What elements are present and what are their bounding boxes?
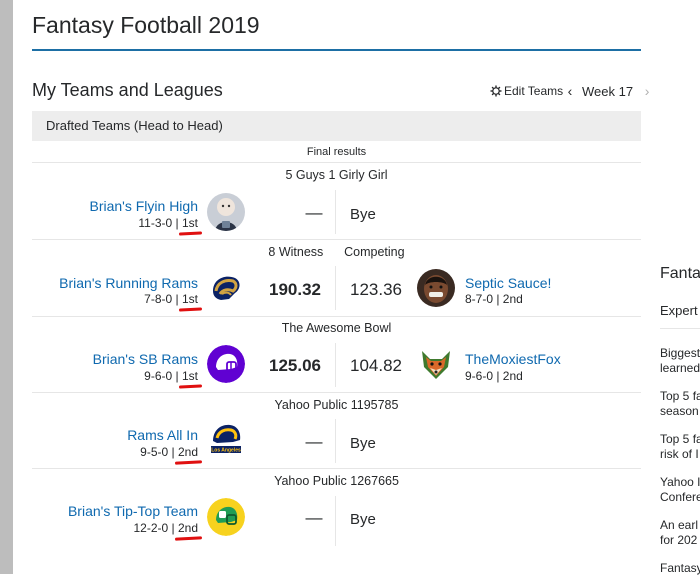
league-name: Yahoo Public 1267665 — [274, 474, 399, 488]
article-line: Yahoo I — [660, 475, 700, 489]
opponent-record: 8-7-0 | 2nd — [465, 292, 523, 306]
record-text: 12-2-0 | — [133, 521, 178, 535]
week-label: Week 17 — [582, 83, 634, 99]
drafted-teams-label: Drafted Teams (Head to Head) — [46, 118, 223, 133]
article-line: Fantasy — [660, 561, 700, 575]
score-divider — [335, 266, 336, 310]
edit-teams-label: Edit Teams — [504, 84, 564, 98]
opponent-name-link[interactable]: Septic Sauce! — [465, 275, 551, 291]
los-angeles-rams-helmet-icon[interactable]: Los Angeles — [207, 421, 245, 459]
team-score: — — [305, 432, 323, 451]
sidebar-article-link[interactable]: Top 5 fa season — [660, 389, 700, 419]
player-photo-icon[interactable] — [417, 269, 455, 307]
opponent-record: 9-6-0 | 2nd — [465, 369, 523, 383]
gear-icon — [490, 85, 502, 97]
league-name: 8 Witness Competing — [268, 245, 405, 259]
league-name: Yahoo Public 1195785 — [274, 398, 399, 412]
sidebar-article-link[interactable]: An earl for 202 — [660, 518, 698, 548]
helmet-logo-text: Los Angeles — [211, 448, 241, 454]
divider — [32, 316, 641, 317]
score-divider — [335, 190, 336, 234]
divider — [32, 162, 641, 163]
team-record: 7-8-0 | 1st — [144, 292, 198, 306]
score-divider — [335, 496, 336, 546]
team-score: 125.06 — [269, 356, 321, 375]
divider — [32, 468, 641, 469]
left-scrollbar-gutter — [0, 0, 13, 574]
chevron-right-icon[interactable]: › — [639, 83, 655, 99]
sidebar-divider — [660, 328, 700, 329]
team-name-link[interactable]: Brian's Tip-Top Team — [68, 503, 198, 519]
article-line: risk of I — [660, 447, 699, 461]
opponent-bye: Bye — [350, 511, 376, 528]
rams-horn-logo-icon[interactable] — [207, 269, 245, 307]
team-record: 12-2-0 | 2nd — [133, 521, 198, 535]
week-navigator: ‹ Week 17 › — [562, 83, 655, 99]
purple-helmet-icon[interactable] — [207, 345, 245, 383]
article-line: Top 5 fa — [660, 389, 700, 403]
rank-text: 2nd — [177, 445, 198, 459]
article-line: Biggest — [660, 346, 700, 360]
team-record: 9-6-0 | 1st — [144, 369, 198, 383]
team-score: — — [305, 508, 323, 527]
score-divider — [335, 343, 336, 387]
section-title: My Teams and Leagues — [32, 80, 223, 100]
page-title: Fantasy Football 2019 — [32, 12, 260, 38]
divider — [32, 239, 641, 240]
record-text: 9-5-0 | — [140, 445, 178, 459]
article-line: season — [660, 404, 699, 418]
opponent-name-link[interactable]: TheMoxiestFox — [465, 351, 561, 367]
final-results-label: Final results — [306, 146, 367, 158]
drafted-teams-header: Drafted Teams (Head to Head) — [32, 111, 641, 141]
edit-teams-button[interactable]: Edit Teams — [490, 84, 563, 98]
team-score: 190.32 — [269, 280, 321, 299]
sidebar-title: Fanta — [660, 265, 700, 282]
rank-text: 1st — [181, 292, 198, 306]
team-record: 9-5-0 | 2nd — [140, 445, 198, 459]
record-text: 11-3-0 | — [138, 216, 182, 230]
sidebar-tab-expert[interactable]: Expert — [660, 303, 698, 318]
team-name-link[interactable]: Brian's Running Rams — [59, 275, 198, 291]
team-name-link[interactable]: Brian's Flyin High — [90, 198, 199, 214]
title-divider — [32, 49, 641, 51]
article-line: learned — [660, 361, 700, 375]
fox-logo-icon[interactable] — [417, 345, 455, 383]
sidebar-article-link[interactable]: Biggest learned — [660, 346, 700, 376]
rank-text: 1st — [181, 369, 198, 383]
baby-photo-icon[interactable] — [207, 193, 245, 231]
rank-text: 1st — [181, 216, 198, 230]
record-text: 7-8-0 | — [144, 292, 182, 306]
opponent-bye: Bye — [350, 435, 376, 452]
record-text: 9-6-0 | — [144, 369, 182, 383]
sidebar-article-link[interactable]: Top 5 fa risk of I — [660, 432, 700, 462]
team-name-link[interactable]: Rams All In — [127, 427, 198, 443]
rank-text: 2nd — [177, 521, 198, 535]
opponent-bye: Bye — [350, 206, 376, 223]
league-name: The Awesome Bowl — [281, 321, 392, 335]
chevron-left-icon[interactable]: ‹ — [562, 83, 578, 99]
team-score: — — [305, 203, 323, 222]
team-record: 11-3-0 | 1st — [138, 216, 198, 230]
opponent-score: 104.82 — [350, 356, 402, 375]
opponent-score: 123.36 — [350, 280, 402, 299]
score-divider — [335, 419, 336, 463]
article-line: Top 5 fa — [660, 432, 700, 446]
divider — [32, 392, 641, 393]
article-line: Confere — [660, 490, 700, 504]
team-name-link[interactable]: Brian's SB Rams — [93, 351, 198, 367]
green-helmet-icon[interactable] — [207, 498, 245, 536]
sidebar-article-link[interactable]: Yahoo I Confere — [660, 475, 700, 505]
league-name: 5 Guys 1 Girly Girl — [285, 168, 388, 182]
article-line: An earl — [660, 518, 699, 532]
article-line: for 202 — [660, 533, 698, 547]
